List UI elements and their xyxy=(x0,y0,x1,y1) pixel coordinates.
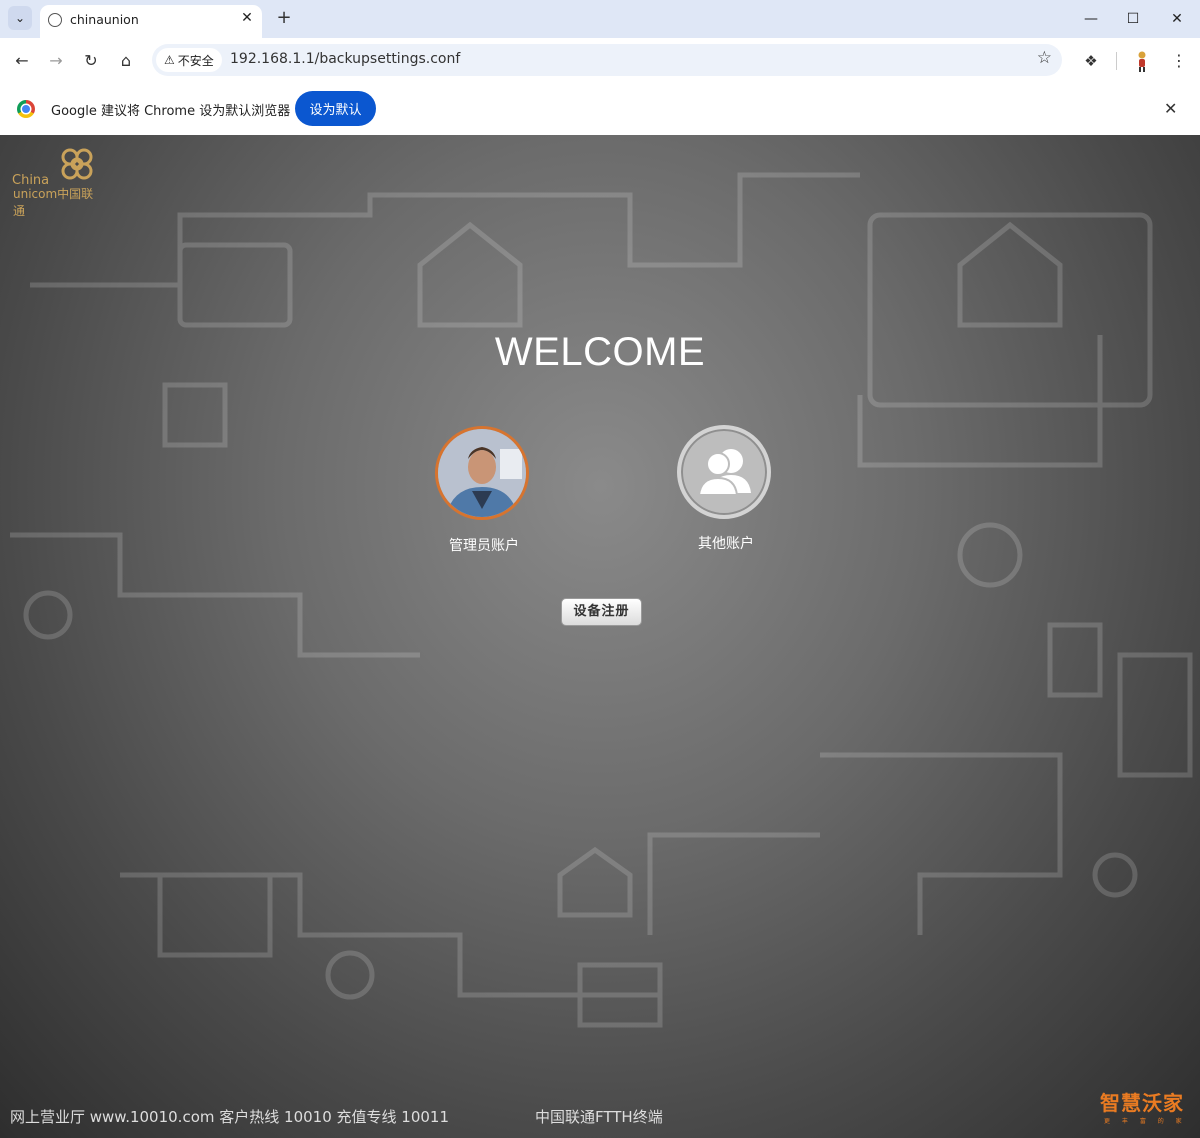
set-default-button[interactable]: 设为默认 xyxy=(295,91,376,126)
new-tab-button[interactable]: + xyxy=(274,8,294,28)
address-bar[interactable]: ⚠ 不安全 192.168.1.1/backupsettings.conf ☆ xyxy=(152,44,1062,76)
divider xyxy=(1116,52,1117,70)
globe-icon xyxy=(48,13,62,27)
url-text: 192.168.1.1/backupsettings.conf xyxy=(230,51,461,67)
smart-home-brand-logo: 智慧沃家 xyxy=(1100,1091,1184,1115)
home-button[interactable]: ⌂ xyxy=(113,48,139,74)
forward-button[interactable]: → xyxy=(43,48,69,74)
other-account-avatar[interactable] xyxy=(677,425,771,519)
default-browser-infobar: Google 建议将 Chrome 设为默认浏览器 设为默认 ✕ xyxy=(0,83,1200,136)
security-label: 不安全 xyxy=(177,53,214,68)
reload-button[interactable]: ↻ xyxy=(78,48,104,74)
back-button[interactable]: ← xyxy=(9,48,35,74)
chrome-logo-icon xyxy=(17,100,35,118)
browser-toolbar: ← → ↻ ⌂ ⚠ 不安全 192.168.1.1/backupsettings… xyxy=(0,38,1200,83)
logo-text-unicom: unicom中国联通 xyxy=(13,187,94,218)
tab-strip: ⌄ chinaunion ✕ + — ☐ ✕ xyxy=(0,0,1200,38)
footer-product-name: 中国联通FTTH终端 xyxy=(535,1108,663,1126)
warning-icon: ⚠ xyxy=(164,53,175,67)
menu-icon[interactable]: ⋮ xyxy=(1166,48,1192,74)
extensions-icon[interactable]: ❖ xyxy=(1078,48,1104,74)
profile-avatar[interactable] xyxy=(1132,50,1152,72)
background-pattern xyxy=(10,172,1193,1028)
bookmark-star-icon[interactable]: ☆ xyxy=(1037,48,1052,68)
china-unicom-logo: China unicom中国联通 xyxy=(12,145,102,218)
login-page: China unicom中国联通 WELCOME 管理员账户 其他账户 设备注册… xyxy=(0,135,1200,1138)
maximize-button[interactable]: ☐ xyxy=(1120,6,1146,32)
close-infobar-icon[interactable]: ✕ xyxy=(1164,99,1177,118)
unicom-knot-icon xyxy=(61,148,93,180)
profile-icon xyxy=(1138,51,1146,72)
admin-account-label[interactable]: 管理员账户 xyxy=(414,535,554,555)
device-register-button[interactable]: 设备注册 xyxy=(561,598,642,626)
footer-contact-info: 网上营业厅 www.10010.com 客户热线 10010 充值专线 1001… xyxy=(10,1108,449,1126)
admin-photo xyxy=(438,429,526,517)
tab-title: chinaunion xyxy=(70,12,139,27)
brand-tagline: 更 丰 富 的 家 xyxy=(1104,1118,1187,1125)
close-window-button[interactable]: ✕ xyxy=(1164,6,1190,32)
close-tab-icon[interactable]: ✕ xyxy=(238,9,256,27)
user-group-icon xyxy=(697,449,751,496)
tab-search-button[interactable]: ⌄ xyxy=(8,6,32,30)
infobar-message: Google 建议将 Chrome 设为默认浏览器 xyxy=(51,104,291,119)
admin-account-avatar[interactable] xyxy=(435,426,529,520)
security-chip[interactable]: ⚠ 不安全 xyxy=(156,48,222,72)
minimize-button[interactable]: — xyxy=(1078,6,1104,32)
browser-tab[interactable]: chinaunion ✕ xyxy=(40,5,262,38)
chevron-down-icon: ⌄ xyxy=(14,11,26,25)
other-account-label[interactable]: 其他账户 xyxy=(656,533,796,553)
welcome-heading: WELCOME xyxy=(494,330,706,374)
